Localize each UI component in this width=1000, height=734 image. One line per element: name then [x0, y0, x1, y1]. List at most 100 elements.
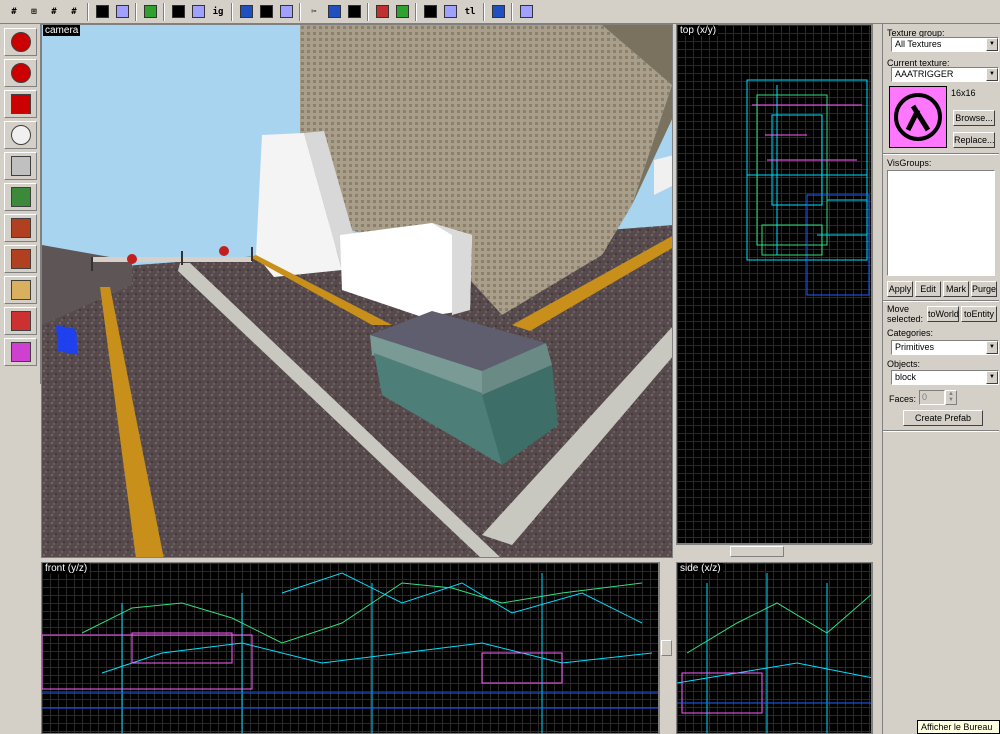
move-to-world-button[interactable]: [393, 2, 411, 21]
viewport-label-side[interactable]: side (x/z): [678, 563, 723, 574]
viewport-label-top[interactable]: top (x/y): [678, 25, 719, 36]
clipping-tool[interactable]: [4, 276, 37, 304]
objects-combo[interactable]: block ▼: [891, 370, 999, 385]
visgroups-label: VisGroups:: [887, 158, 932, 168]
decal-tool[interactable]: [4, 245, 37, 273]
camera-scene: [42, 25, 672, 557]
block-tool[interactable]: [4, 152, 37, 180]
toolbar-separator: [231, 2, 233, 21]
texture-group-value: All Textures: [895, 39, 942, 49]
paste-button[interactable]: [345, 2, 363, 21]
purge-button[interactable]: Purge: [971, 281, 997, 297]
front-map-lines: [42, 572, 658, 733]
browse-button[interactable]: Browse...: [953, 110, 995, 126]
vertex-tool[interactable]: [4, 307, 37, 335]
dropdown-arrow-icon[interactable]: ▼: [986, 38, 998, 51]
top-hscroll-thumb[interactable]: [730, 546, 784, 557]
camera-icon: [10, 94, 31, 114]
front-view-vscrollbar[interactable]: [659, 562, 673, 734]
grid-text-button[interactable]: #: [45, 2, 63, 21]
paste-icon: [347, 5, 361, 18]
texture-group-combo[interactable]: All Textures ▼: [891, 37, 999, 52]
texture-app-icon: [10, 187, 31, 207]
create-prefab-button[interactable]: Create Prefab: [903, 410, 983, 426]
apply-texture-tool[interactable]: [4, 214, 37, 242]
ungroup-button[interactable]: [189, 2, 207, 21]
grid-larger-button[interactable]: #: [65, 2, 83, 21]
top-view-hscrollbar[interactable]: [676, 544, 872, 558]
decal-icon: [10, 249, 31, 269]
front-vscroll-thumb[interactable]: [661, 640, 672, 656]
viewport-label-front[interactable]: front (y/z): [43, 563, 90, 574]
selection-box-button[interactable]: [421, 2, 439, 21]
to-entity-button[interactable]: toEntity: [961, 306, 997, 322]
texture-application-tool[interactable]: [4, 183, 37, 211]
grid-smaller-button[interactable]: ⊞: [25, 2, 43, 21]
entity-report-button[interactable]: [517, 2, 535, 21]
undo-button[interactable]: [93, 2, 111, 21]
viewport-label-camera[interactable]: camera: [43, 25, 81, 36]
toolbar-separator: [163, 2, 165, 21]
move-selected-label: Move selected:: [887, 304, 924, 324]
side-view-vscrollbar[interactable]: [872, 562, 882, 734]
grid-button[interactable]: #: [5, 2, 23, 21]
hide-button[interactable]: [237, 2, 255, 21]
show-button[interactable]: [257, 2, 275, 21]
carve-button[interactable]: [141, 2, 159, 21]
lambda-logo-icon: [894, 93, 942, 141]
run-map-icon: [491, 5, 505, 18]
front-viewport[interactable]: front (y/z): [41, 562, 659, 734]
texture-lock-icon: [443, 5, 457, 18]
tool-palette: [0, 24, 41, 384]
cut-button[interactable]: ✂: [305, 2, 323, 21]
entity-icon: [10, 125, 31, 145]
texture-lock-button[interactable]: [441, 2, 459, 21]
dropdown-arrow-icon[interactable]: ▼: [986, 68, 998, 81]
toolbar-separator: [367, 2, 369, 21]
texture-size: 16x16: [951, 88, 976, 98]
visgroup-button[interactable]: [277, 2, 295, 21]
faces-spinner[interactable]: ▲ ▼: [945, 390, 957, 405]
faces-input[interactable]: 0: [919, 390, 945, 405]
ignore-group-button[interactable]: ig: [209, 2, 227, 21]
path-tool[interactable]: [4, 338, 37, 366]
toolbar-separator: [135, 2, 137, 21]
current-texture-combo[interactable]: AAATRIGGER ▼: [891, 67, 999, 82]
top-viewport[interactable]: top (x/y): [676, 24, 872, 544]
clip-icon: [10, 280, 31, 300]
faces-label: Faces:: [889, 394, 917, 404]
entity-tool[interactable]: [4, 121, 37, 149]
dropdown-arrow-icon[interactable]: ▼: [986, 341, 998, 354]
hide-icon: [239, 5, 253, 18]
texture-preview[interactable]: [889, 86, 947, 148]
replace-button[interactable]: Replace...: [953, 132, 995, 148]
top-view-vscrollbar[interactable]: [872, 24, 882, 544]
selection-tool[interactable]: [4, 28, 37, 56]
to-world-button[interactable]: toWorld: [927, 306, 959, 322]
edit-button[interactable]: Edit: [915, 281, 941, 297]
copy-button[interactable]: [325, 2, 343, 21]
side-viewport[interactable]: side (x/z): [676, 562, 872, 734]
selection-box-icon: [423, 5, 437, 18]
texture-lock-text-button[interactable]: tl: [461, 2, 479, 21]
camera-tool[interactable]: [4, 90, 37, 118]
dropdown-arrow-icon[interactable]: ▼: [986, 371, 998, 384]
tie-entity-button[interactable]: [373, 2, 391, 21]
group-button[interactable]: [169, 2, 187, 21]
toolbar-separator: [87, 2, 89, 21]
magnify-tool[interactable]: [4, 59, 37, 87]
run-map-button[interactable]: [489, 2, 507, 21]
apply-button[interactable]: Apply: [887, 281, 913, 297]
categories-label: Categories:: [887, 328, 934, 338]
apply-texture-icon: [10, 218, 31, 238]
visgroups-list[interactable]: [887, 170, 995, 276]
categories-value: Primitives: [895, 342, 935, 352]
objects-label: Objects:: [887, 359, 921, 369]
mark-button[interactable]: Mark: [943, 281, 969, 297]
move-to-world-icon: [395, 5, 409, 18]
camera-viewport[interactable]: camera: [41, 24, 673, 558]
grid-icon: #: [11, 6, 17, 17]
categories-combo[interactable]: Primitives ▼: [891, 340, 999, 355]
redo-button[interactable]: [113, 2, 131, 21]
path-icon: [10, 342, 31, 362]
